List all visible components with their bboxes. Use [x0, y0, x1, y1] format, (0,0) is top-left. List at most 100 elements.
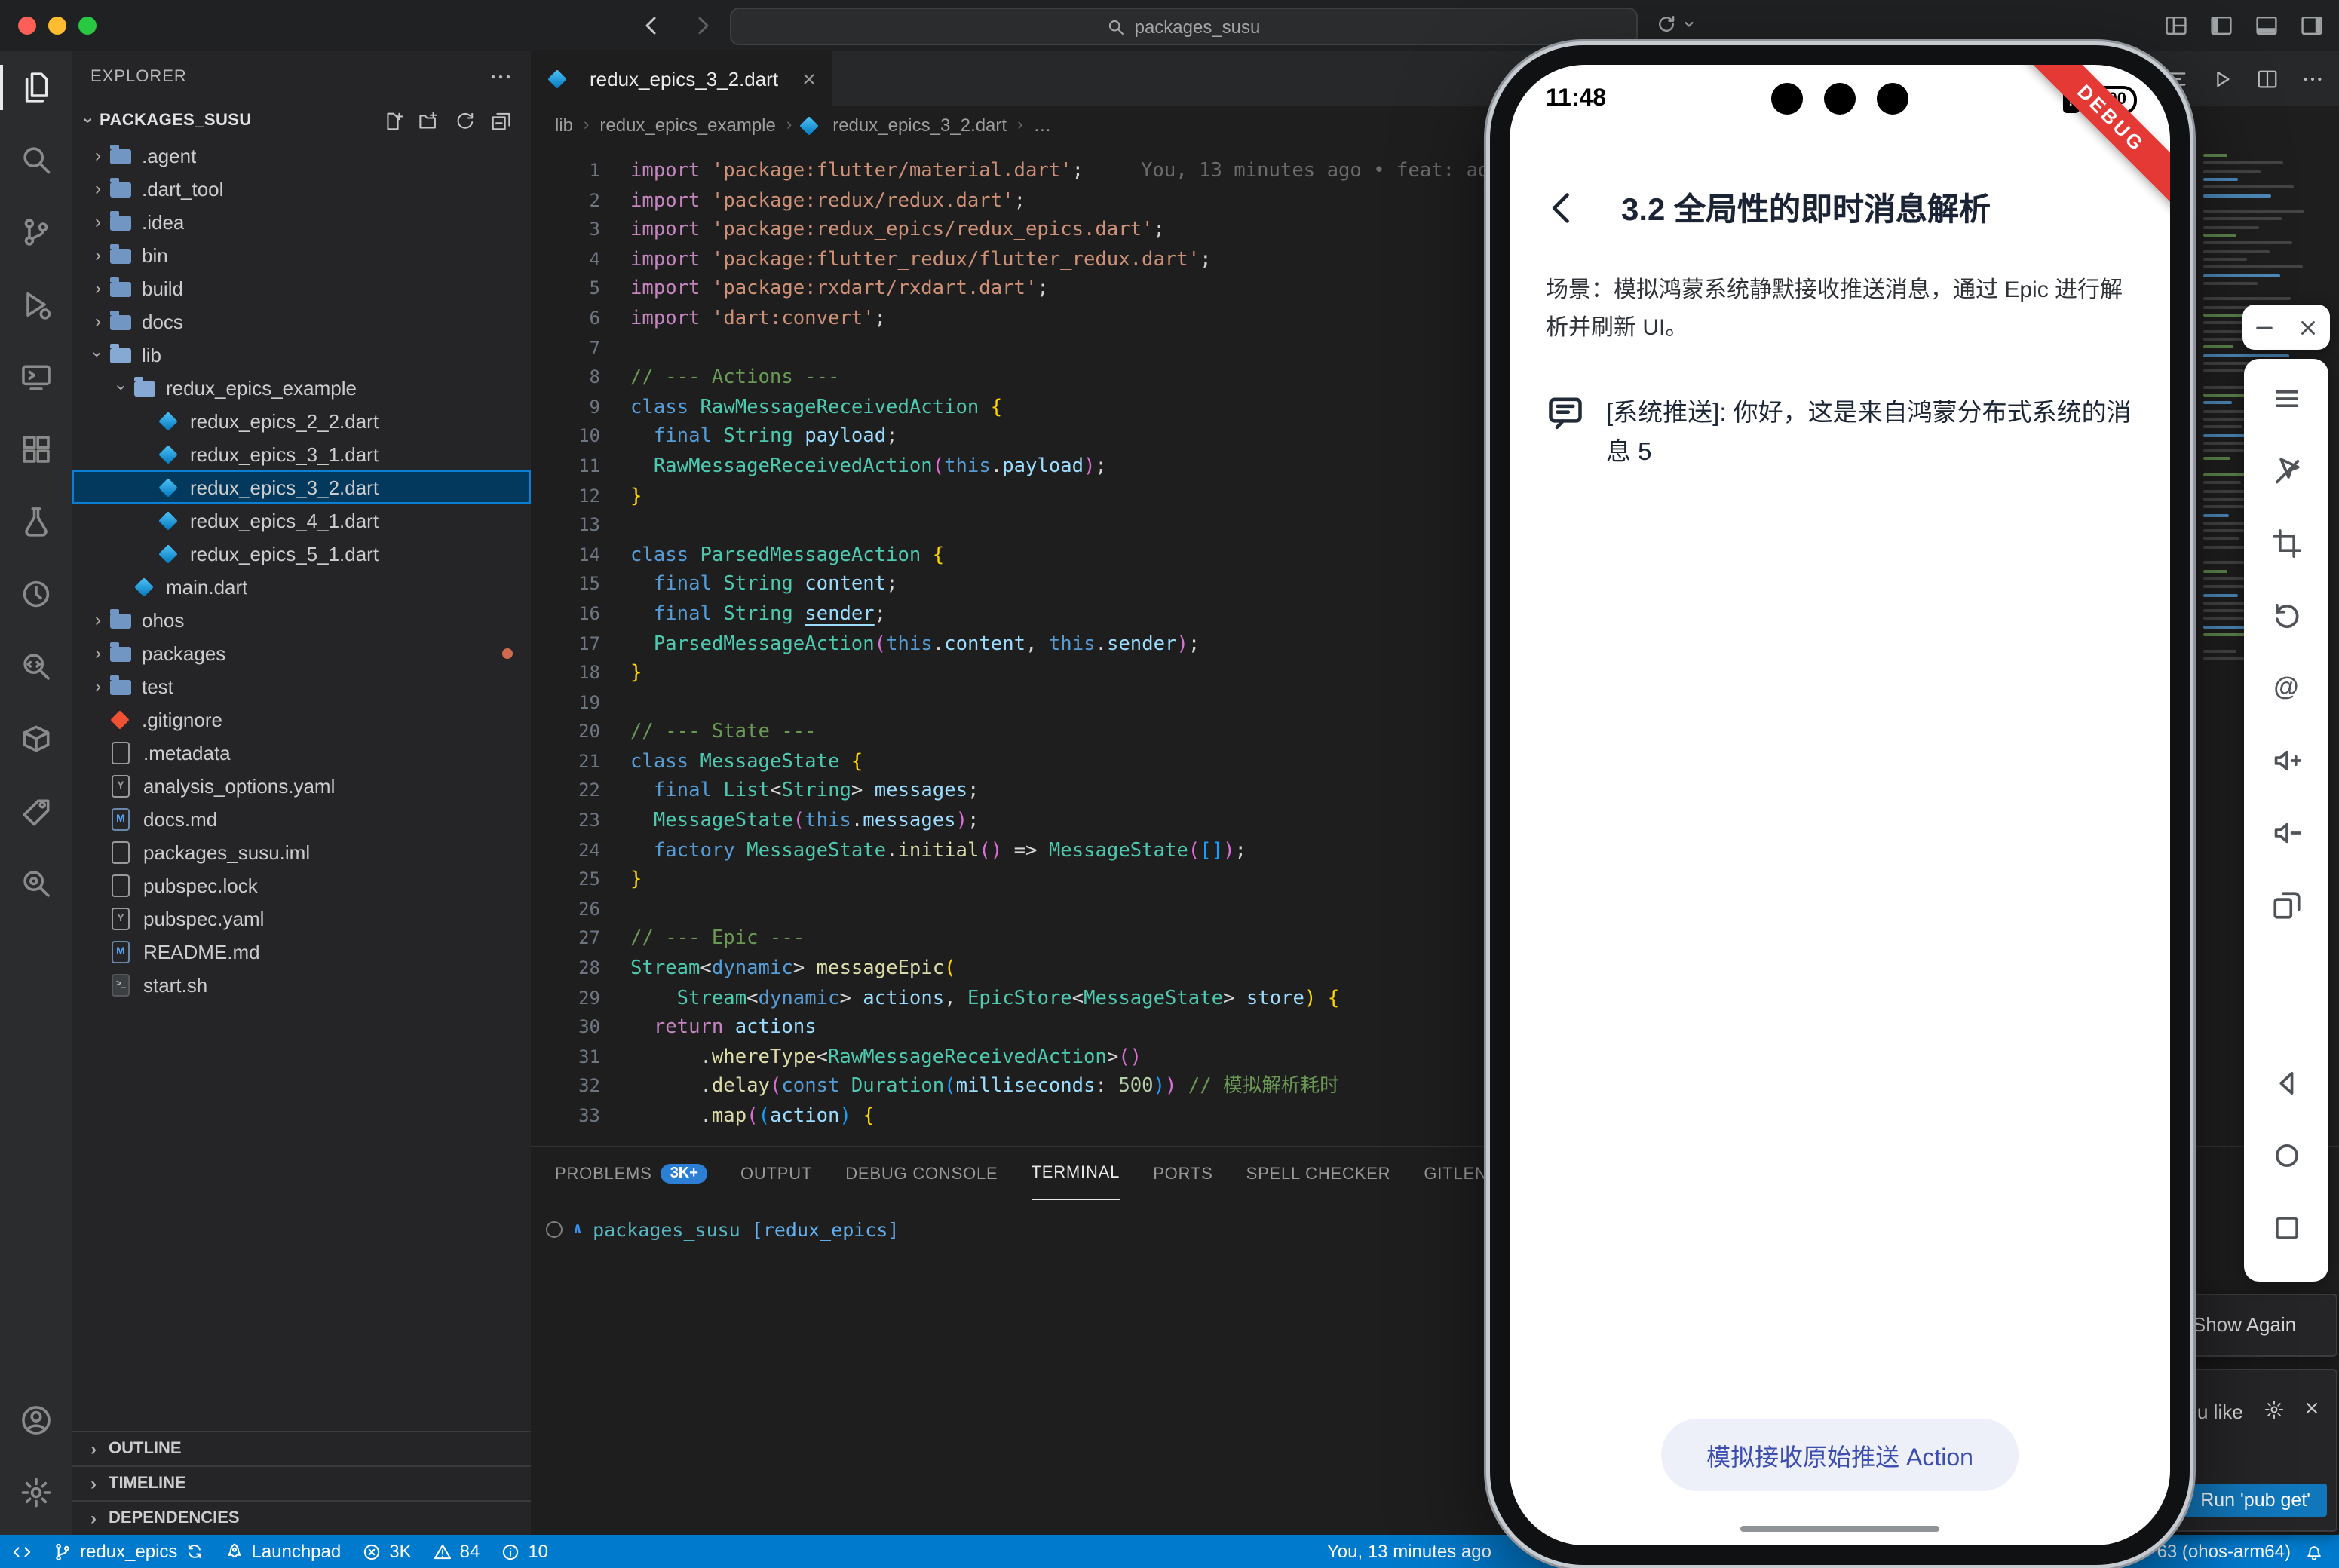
restart-control[interactable]: [1656, 14, 1697, 35]
activitybar-source-control[interactable]: [0, 196, 72, 268]
tree-item[interactable]: .gitignore: [72, 703, 531, 736]
emulator-about-button[interactable]: @: [2256, 657, 2316, 718]
statusbar-blame[interactable]: You, 13 minutes ago: [1327, 1535, 1491, 1568]
close-icon[interactable]: [2303, 1399, 2321, 1420]
emulator-rotate-button[interactable]: [2256, 874, 2316, 935]
tree-item[interactable]: › docs: [72, 305, 531, 338]
tree-item[interactable]: redux_epics_3_2.dart: [72, 470, 531, 504]
tree-item[interactable]: >_ start.sh: [72, 968, 531, 1001]
tree-item[interactable]: Yanalysis_options.yaml: [72, 769, 531, 802]
more-button[interactable]: [2301, 67, 2324, 90]
layout-grid-button[interactable]: [2164, 14, 2188, 38]
panel-tab-output[interactable]: OUTPUT: [740, 1147, 812, 1200]
tree-item[interactable]: › redux_epics_example: [72, 371, 531, 404]
tree-item[interactable]: M README.md: [72, 935, 531, 968]
emulator-menu-button[interactable]: [2256, 368, 2316, 428]
sidebar-section-dependencies[interactable]: › DEPENDENCIES: [72, 1500, 531, 1535]
activitybar-run-debug[interactable]: [0, 268, 72, 341]
emulator-volume-down-button[interactable]: [2256, 802, 2316, 862]
tree-item[interactable]: Ypubspec.yaml: [72, 902, 531, 935]
toggle-sidebar-button[interactable]: [2209, 14, 2233, 38]
collapse-all-button[interactable]: [490, 109, 513, 132]
new-folder-button[interactable]: [418, 109, 440, 132]
activitybar-remote-explorer[interactable]: [0, 341, 72, 413]
new-file-button[interactable]: [382, 109, 404, 132]
tab-redux-epics-3-2[interactable]: redux_epics_3_2.dart: [531, 51, 833, 106]
refresh-button[interactable]: [454, 109, 477, 132]
restart-icon[interactable]: [1656, 14, 1677, 35]
tree-item[interactable]: › ohos: [72, 603, 531, 636]
forward-arrow-icon[interactable]: [691, 14, 715, 38]
breadcrumb-item[interactable]: lib: [555, 115, 573, 136]
emulator-volume-up-button[interactable]: [2256, 730, 2316, 790]
statusbar-device[interactable]: 63 (ohos-arm64): [2157, 1541, 2291, 1562]
panel-tab-problems[interactable]: PROBLEMS 3K+: [555, 1147, 707, 1200]
tree-item[interactable]: packages_susu.iml: [72, 835, 531, 868]
more-actions-icon[interactable]: [489, 65, 513, 89]
activitybar-code-search[interactable]: [0, 630, 72, 703]
emulator-recents-button[interactable]: [2256, 1197, 2316, 1257]
activitybar-search[interactable]: [0, 124, 72, 196]
emulator-minimize-button[interactable]: [2253, 316, 2276, 338]
emulator-restore-button[interactable]: [2256, 585, 2316, 645]
macos-zoom-button[interactable]: [78, 17, 97, 35]
bell-icon[interactable]: [2304, 1542, 2324, 1561]
back-arrow-icon[interactable]: [639, 14, 664, 38]
panel-tab-terminal[interactable]: TERMINAL: [1031, 1147, 1120, 1200]
command-center-search[interactable]: packages_susu: [730, 8, 1638, 45]
tree-item[interactable]: › build: [72, 271, 531, 305]
activitybar-settings-search[interactable]: [0, 847, 72, 920]
tree-item[interactable]: redux_epics_5_1.dart: [72, 537, 531, 570]
run-button[interactable]: [2211, 67, 2233, 90]
back-arrow-icon[interactable]: [1543, 188, 1582, 228]
statusbar-10[interactable]: 10: [501, 1541, 548, 1562]
emulator-screenshot-button[interactable]: [2256, 513, 2316, 573]
toggle-panel-button[interactable]: [2255, 14, 2279, 38]
toggle-secondary-sidebar-button[interactable]: [2300, 14, 2324, 38]
breadcrumb-item[interactable]: …: [1033, 115, 1051, 136]
tree-item[interactable]: › bin: [72, 238, 531, 271]
tree-item[interactable]: .metadata: [72, 736, 531, 769]
simulate-push-button[interactable]: 模拟接收原始推送 Action: [1661, 1419, 2019, 1491]
activitybar-extensions[interactable]: [0, 413, 72, 485]
breadcrumb-item[interactable]: redux_epics_3_2.dart: [799, 115, 1007, 136]
tree-item[interactable]: redux_epics_4_1.dart: [72, 504, 531, 537]
activitybar-gitlens[interactable]: [0, 775, 72, 847]
split-editor-button[interactable]: [2256, 67, 2279, 90]
tree-item[interactable]: › .dart_tool: [72, 172, 531, 205]
statusbar-remote[interactable]: [12, 1542, 32, 1561]
emulator-home-button[interactable]: [2256, 1125, 2316, 1185]
activitybar-testing[interactable]: [0, 485, 72, 558]
emulator-touch-off-button[interactable]: [2256, 440, 2316, 501]
gear-icon[interactable]: [2264, 1399, 2285, 1420]
panel-tab-spell-checker[interactable]: SPELL CHECKER: [1246, 1147, 1391, 1200]
tree-item[interactable]: redux_epics_3_1.dart: [72, 437, 531, 470]
statusbar-84[interactable]: 84: [433, 1541, 480, 1562]
breadcrumb-item[interactable]: redux_epics_example: [599, 115, 776, 136]
tree-item[interactable]: Mdocs.md: [72, 802, 531, 835]
tree-item[interactable]: › .idea: [72, 205, 531, 238]
project-section-header[interactable]: › PACKAGES_SUSU: [72, 103, 531, 139]
activitybar-explorer[interactable]: [0, 51, 72, 124]
tree-item[interactable]: redux_epics_2_2.dart: [72, 404, 531, 437]
activitybar-account[interactable]: [0, 1384, 72, 1456]
emulator-close-button[interactable]: [2297, 316, 2319, 338]
activitybar-package-explorer[interactable]: [0, 703, 72, 775]
activitybar-history[interactable]: [0, 558, 72, 630]
back-arrow-icon[interactable]: [639, 14, 664, 38]
macos-minimize-button[interactable]: [48, 17, 66, 35]
macos-close-button[interactable]: [18, 17, 36, 35]
sidebar-section-timeline[interactable]: › TIMELINE: [72, 1465, 531, 1500]
forward-arrow-icon[interactable]: [691, 14, 715, 38]
close-icon[interactable]: [801, 70, 817, 87]
tree-item[interactable]: › lib: [72, 338, 531, 371]
tree-item[interactable]: pubspec.lock: [72, 868, 531, 902]
tree-item[interactable]: main.dart: [72, 570, 531, 603]
chevron-down-icon[interactable]: [1681, 17, 1697, 32]
panel-tab-ports[interactable]: PORTS: [1153, 1147, 1212, 1200]
statusbar-3k[interactable]: 3K: [362, 1541, 412, 1562]
panel-tab-gitlens[interactable]: GITLENS: [1424, 1147, 1499, 1200]
activitybar-settings[interactable]: [0, 1456, 72, 1529]
panel-tab-debug-console[interactable]: DEBUG CONSOLE: [845, 1147, 998, 1200]
tree-item[interactable]: › test: [72, 669, 531, 703]
